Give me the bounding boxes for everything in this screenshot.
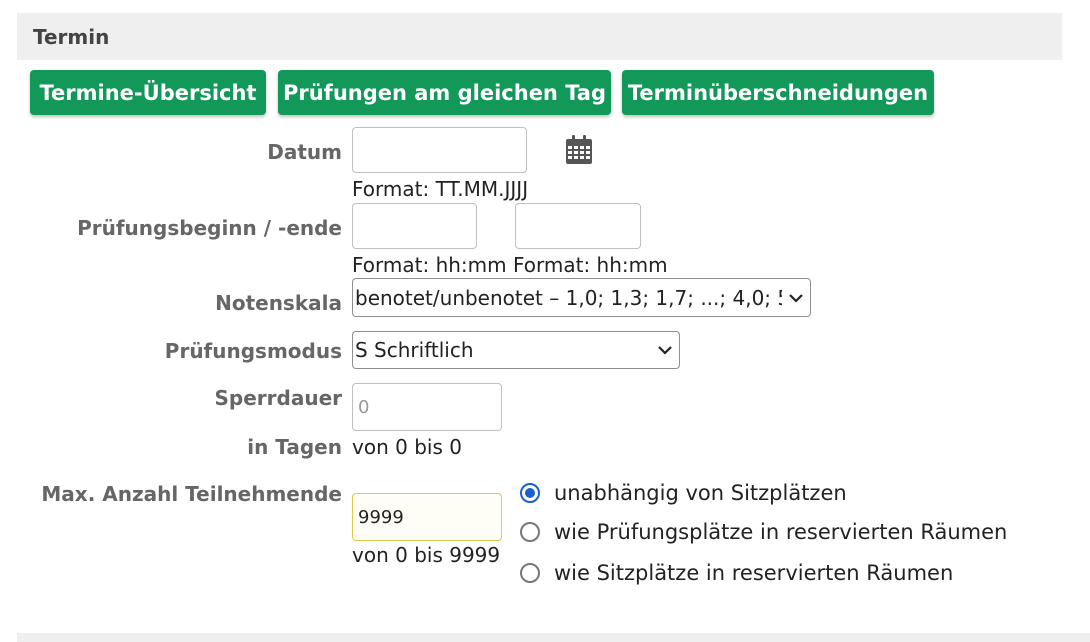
in-tagen-label: in Tagen <box>247 435 342 459</box>
sperrdauer-input[interactable] <box>352 383 502 431</box>
calendar-icon[interactable] <box>565 135 593 165</box>
next-section-header <box>17 633 1090 642</box>
pruefungsmodus-select[interactable]: S Schriftlich <box>352 331 680 369</box>
radio-pruefungsplaetze-raeume[interactable]: wie Prüfungsplätze in reservierten Räume… <box>520 520 1007 544</box>
radio-label: wie Prüfungsplätze in reservierten Räume… <box>554 520 1008 544</box>
sperrdauer-range-hint: von 0 bis 0 <box>352 435 462 459</box>
radio-sitzplaetze-raeume[interactable]: wie Sitzplätze in reservierten Räumen <box>520 561 953 585</box>
pruefungsmodus-label: Prüfungsmodus <box>164 339 342 363</box>
pruefungsmodus-selected: S Schriftlich <box>355 338 474 362</box>
pruefungszeit-label: Prüfungsbeginn / -ende <box>77 216 342 240</box>
terminueberschneidungen-button[interactable]: Terminüberschneidungen <box>622 70 934 115</box>
notenskala-selected: benotet/unbenotet – 1,0; 1,3; 1,7; ...; … <box>355 285 782 310</box>
radio-unabhaengig-sitzplaetze[interactable]: unabhängig von Sitzplätzen <box>520 481 847 505</box>
chevron-down-icon <box>782 293 810 303</box>
radio-label: wie Sitzplätze in reservierten Räumen <box>554 561 954 585</box>
radio-button[interactable] <box>520 522 540 542</box>
pruefungsende-input[interactable] <box>515 203 641 249</box>
max-teilnehmende-range-hint: von 0 bis 9999 <box>352 543 501 567</box>
max-teilnehmende-label: Max. Anzahl Teilnehmende <box>41 482 342 506</box>
section-title: Termin <box>33 25 110 49</box>
radio-button-checked[interactable] <box>520 483 540 503</box>
datum-input[interactable] <box>352 127 527 173</box>
radio-button[interactable] <box>520 563 540 583</box>
pruefungsbeginn-input[interactable] <box>352 203 477 249</box>
sperrdauer-label: Sperrdauer <box>214 386 343 410</box>
pruefungen-gleicher-tag-button[interactable]: Prüfungen am gleichen Tag <box>278 70 611 115</box>
section-header: Termin <box>17 13 1062 60</box>
datum-format-hint: Format: TT.MM.JJJJ <box>352 177 529 201</box>
max-teilnehmende-input[interactable] <box>352 493 502 541</box>
zeit-format-hint: Format: hh:mm Format: hh:mm <box>352 253 668 277</box>
notenskala-label: Notenskala <box>215 291 342 315</box>
notenskala-select[interactable]: benotet/unbenotet – 1,0; 1,3; 1,7; ...; … <box>352 278 811 317</box>
radio-label: unabhängig von Sitzplätzen <box>554 481 847 505</box>
datum-label: Datum <box>267 140 342 164</box>
chevron-down-icon <box>651 345 679 355</box>
termine-uebersicht-button[interactable]: Termine-Übersicht <box>30 70 266 115</box>
